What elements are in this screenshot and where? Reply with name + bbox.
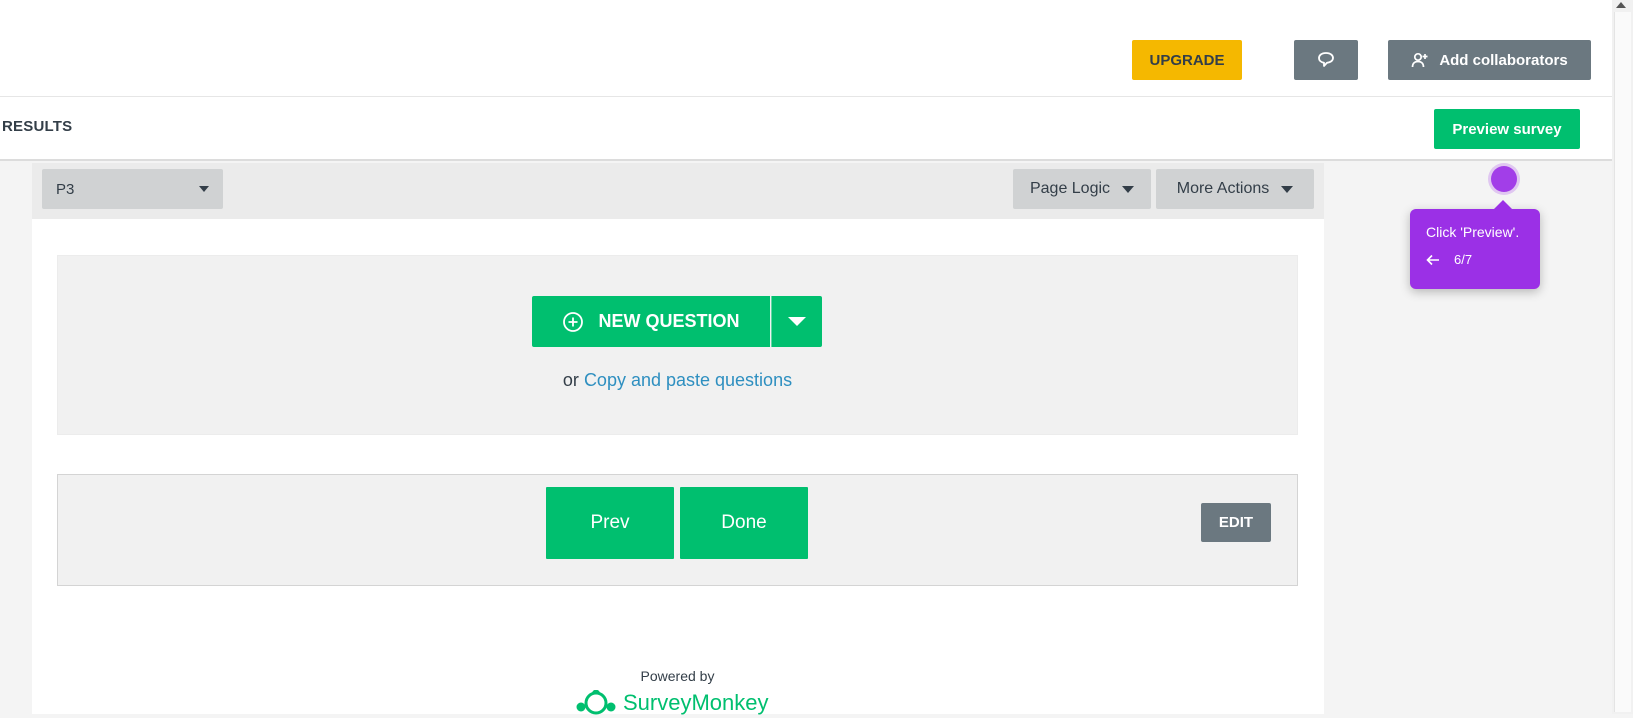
surveymonkey-logo-icon: [576, 690, 616, 715]
tab-results[interactable]: RESULTS: [2, 118, 72, 135]
plus-circle-icon: [563, 311, 584, 332]
chevron-down-icon: [788, 317, 806, 326]
page-select-value: P3: [56, 180, 75, 198]
or-text: or: [562, 370, 579, 390]
copy-paste-questions-link[interactable]: Copy and paste questions: [584, 370, 792, 390]
upgrade-button[interactable]: UPGRADE: [1132, 40, 1242, 80]
page-logic-button[interactable]: Page Logic: [1013, 169, 1151, 209]
scroll-up-arrow-icon[interactable]: [1616, 2, 1626, 8]
page-navigation-block: [57, 474, 1298, 586]
top-header: [0, 0, 1612, 97]
new-question-dropdown[interactable]: [771, 296, 822, 347]
tooltip-text: Click 'Preview'.: [1426, 224, 1520, 240]
arrow-left-icon[interactable]: [1426, 254, 1440, 266]
more-actions-button[interactable]: More Actions: [1156, 169, 1314, 209]
copy-paste-line: or Copy and paste questions: [0, 370, 1355, 391]
tutorial-hotspot[interactable]: [1491, 166, 1517, 192]
add-user-icon: [1411, 52, 1428, 68]
more-actions-label: More Actions: [1176, 180, 1270, 197]
tutorial-tooltip: Click 'Preview'. 6/7: [1410, 200, 1540, 289]
add-collaborators-label: Add collaborators: [1439, 51, 1568, 69]
surveymonkey-brand: SurveyMonkey: [623, 690, 769, 715]
survey-nav-bar: [0, 97, 1612, 161]
edit-button[interactable]: EDIT: [1201, 503, 1271, 542]
chevron-down-icon: [199, 186, 209, 192]
prev-button[interactable]: Prev: [546, 487, 674, 559]
powered-by-text: Powered by: [640, 668, 715, 684]
new-question-label: NEW QUESTION: [598, 311, 740, 331]
new-question-button[interactable]: NEW QUESTION: [532, 296, 770, 347]
page-select[interactable]: P3: [42, 169, 223, 209]
feedback-button[interactable]: [1294, 40, 1358, 80]
tooltip-nav: 6/7: [1426, 252, 1524, 267]
chevron-down-icon: [1122, 185, 1135, 193]
page-logic-label: Page Logic: [1029, 180, 1111, 197]
scrollbar-thumb[interactable]: [1614, 12, 1631, 712]
done-button[interactable]: Done: [680, 487, 808, 559]
tooltip-step: 6/7: [1454, 252, 1473, 267]
speech-bubble-icon: [1318, 52, 1334, 67]
add-collaborators-button[interactable]: Add collaborators: [1388, 40, 1591, 80]
chevron-down-icon: [1281, 185, 1294, 193]
preview-survey-button[interactable]: Preview survey: [1434, 109, 1580, 149]
